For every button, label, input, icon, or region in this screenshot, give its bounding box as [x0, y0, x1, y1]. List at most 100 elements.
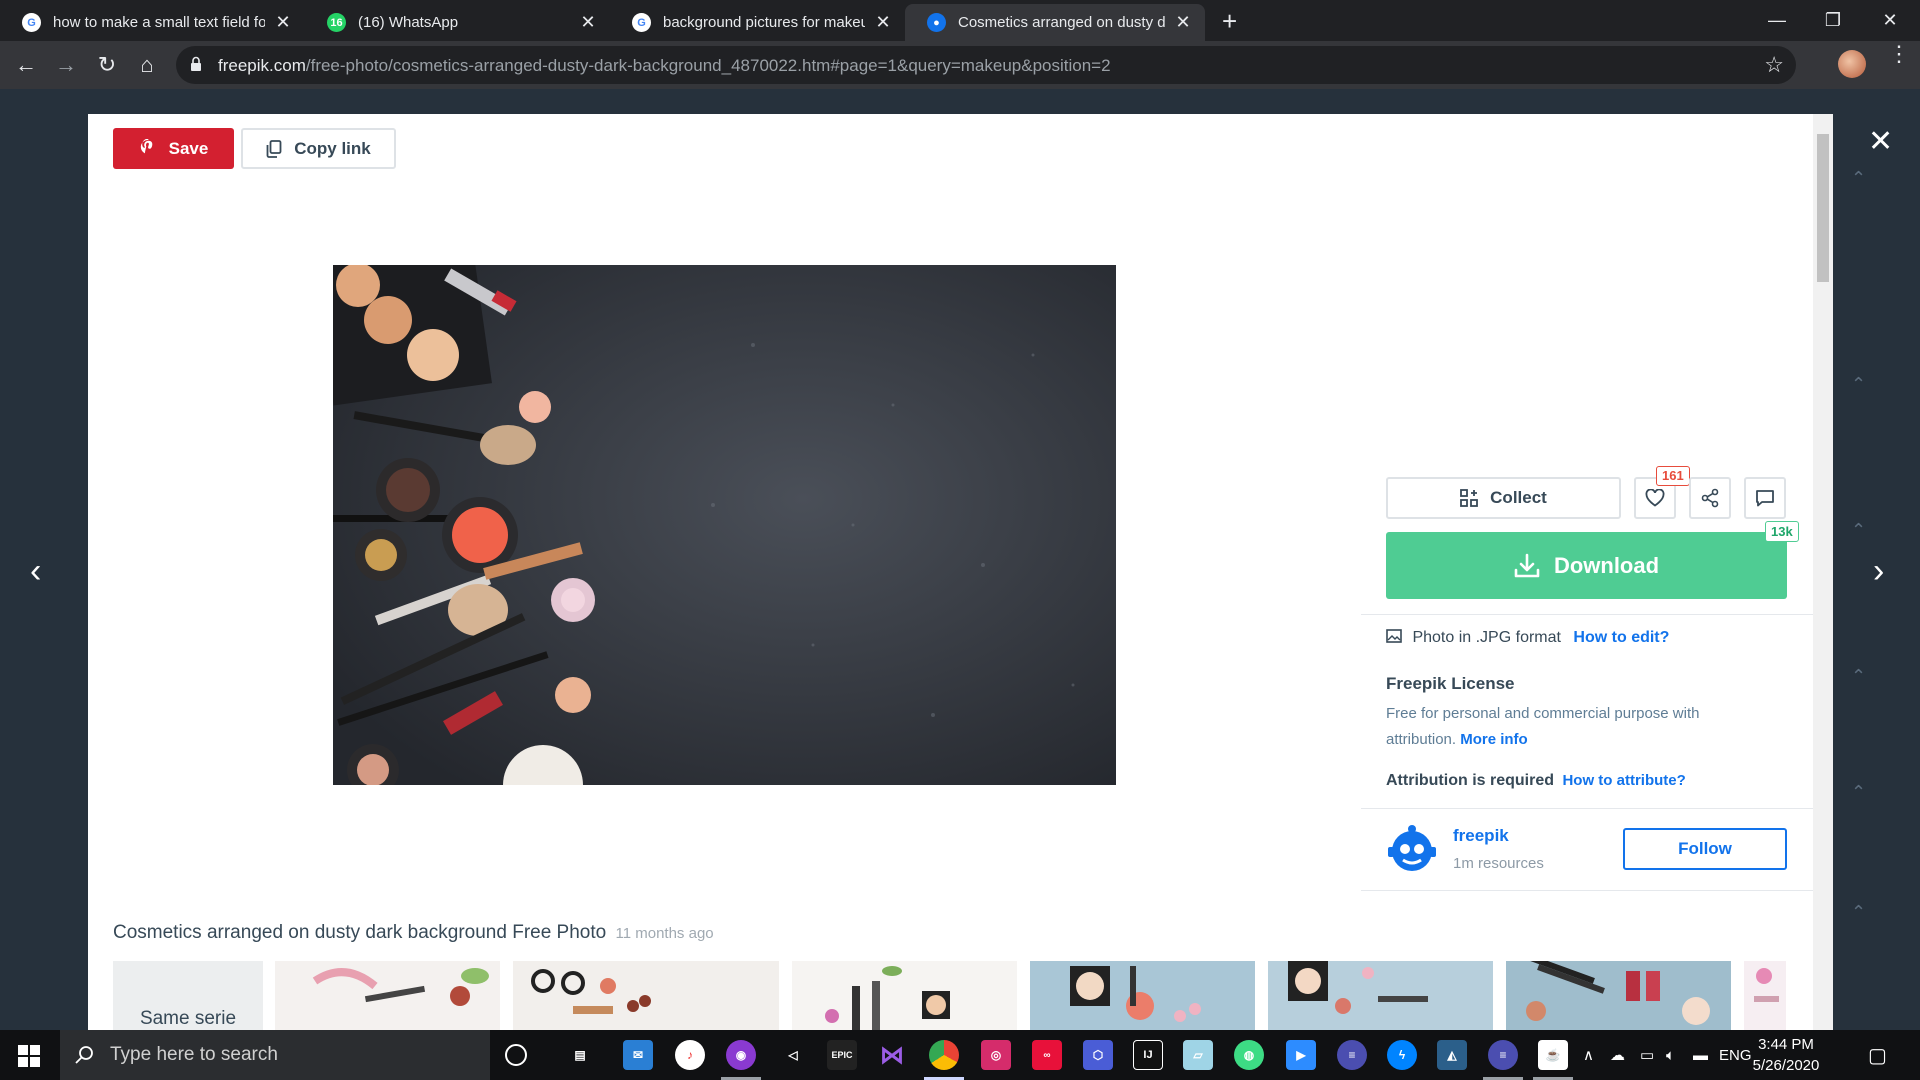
main-photo[interactable]: [333, 265, 1116, 785]
panel-divider: [1361, 614, 1813, 615]
arduino-icon[interactable]: ∞: [1032, 1040, 1062, 1070]
tab-freepik-active[interactable]: ● Cosmetics arranged on dusty dar ✕: [905, 4, 1205, 41]
epic-games-icon[interactable]: EPIC: [827, 1040, 857, 1070]
intellij-icon[interactable]: IJ: [1133, 1040, 1163, 1070]
clock-date: 5/26/2020: [1752, 1057, 1820, 1074]
panel-divider: [1361, 890, 1813, 891]
podcast-app-icon[interactable]: ◉: [726, 1040, 756, 1070]
itunes-icon[interactable]: ♪: [675, 1040, 705, 1070]
restore-icon[interactable]: ❐: [1803, 0, 1863, 41]
windows-start-icon[interactable]: [18, 1045, 40, 1067]
close-tab-icon[interactable]: ✕: [273, 12, 293, 33]
previous-photo-arrow-icon[interactable]: ‹: [30, 552, 41, 591]
download-count-badge: 13k: [1765, 521, 1799, 542]
browser-menu-icon[interactable]: ⋮: [1888, 43, 1910, 65]
more-info-link[interactable]: More info: [1460, 731, 1528, 748]
volume-icon[interactable]: 🔈︎: [1666, 1030, 1675, 1080]
home-icon[interactable]: ⌂: [131, 49, 163, 81]
profile-avatar[interactable]: [1838, 50, 1866, 78]
author-name-link[interactable]: freepik: [1453, 826, 1509, 846]
download-button[interactable]: Download: [1386, 532, 1787, 599]
mail-icon[interactable]: ✉: [623, 1040, 653, 1070]
same-serie-label: Same serie: [139, 1008, 237, 1029]
pinterest-icon: [140, 138, 152, 153]
instagram-icon[interactable]: ◎: [981, 1040, 1011, 1070]
tab-google-search[interactable]: G how to make a small text field fo ✕: [0, 4, 305, 41]
next-photo-arrow-icon[interactable]: ›: [1873, 552, 1884, 591]
tab-title: how to make a small text field fo: [53, 14, 265, 31]
back-arrow-icon[interactable]: ←: [10, 49, 42, 81]
attribution-line: Attribution is required How to attribute…: [1386, 772, 1686, 790]
lock-icon[interactable]: [190, 56, 202, 72]
thumbnail-image: [1526, 961, 1710, 1025]
related-thumbnail[interactable]: [1268, 961, 1493, 1030]
cortana-icon[interactable]: [505, 1044, 527, 1066]
chrome-icon[interactable]: [929, 1040, 959, 1070]
visual-studio-icon[interactable]: ⋈: [877, 1040, 907, 1070]
scrollbar-thumb[interactable]: [1817, 134, 1829, 282]
share-button[interactable]: [1689, 477, 1731, 519]
copy-link-button[interactable]: Copy link: [241, 128, 396, 169]
pinterest-save-button[interactable]: Save: [113, 128, 234, 169]
url-text[interactable]: freepik.com/free-photo/cosmetics-arrange…: [218, 56, 1111, 76]
taskbar-clock[interactable]: 3:44 PM 5/26/2020: [1746, 1034, 1826, 1076]
paint-app-icon[interactable]: ▱: [1183, 1040, 1213, 1070]
tab-whatsapp[interactable]: 16 (16) WhatsApp ✕: [305, 4, 610, 41]
messenger-icon[interactable]: ϟ: [1387, 1040, 1417, 1070]
modal-scrollbar[interactable]: [1813, 114, 1833, 1030]
task-view-icon[interactable]: ▤: [565, 1040, 595, 1070]
notifications-icon[interactable]: ▢: [1868, 1030, 1887, 1080]
collect-button[interactable]: Collect: [1386, 477, 1621, 519]
close-tab-icon[interactable]: ✕: [1173, 12, 1193, 33]
google-icon: G: [22, 13, 41, 32]
close-tab-icon[interactable]: ✕: [873, 12, 893, 33]
comment-button[interactable]: [1744, 477, 1786, 519]
zoom-icon[interactable]: ▶: [1286, 1040, 1316, 1070]
heart-icon: [1645, 489, 1665, 507]
bookmark-star-icon[interactable]: ☆: [1764, 52, 1784, 78]
related-thumbnail[interactable]: [1030, 961, 1255, 1030]
author-resources: 1m resources: [1453, 855, 1544, 872]
eclipse-icon[interactable]: ≡: [1337, 1040, 1367, 1070]
collections-icon: [1460, 489, 1479, 507]
battery-icon[interactable]: ▬: [1693, 1030, 1708, 1080]
close-tab-icon[interactable]: ✕: [578, 12, 598, 33]
how-to-attribute-link[interactable]: How to attribute?: [1562, 772, 1685, 789]
forward-arrow-icon[interactable]: →: [50, 49, 82, 81]
background-caret-icon: ⌃: [1851, 666, 1867, 686]
how-to-edit-link[interactable]: How to edit?: [1573, 629, 1669, 646]
copy-link-label: Copy link: [294, 138, 371, 158]
eclipse-ide-icon[interactable]: ≡: [1488, 1040, 1518, 1070]
reload-icon[interactable]: ↻: [91, 49, 123, 81]
close-modal-icon[interactable]: ✕: [1868, 124, 1893, 159]
background-caret-icon: ⌃: [1851, 168, 1867, 188]
related-thumbnail[interactable]: [1744, 961, 1786, 1030]
tray-chevron-icon[interactable]: ∧: [1583, 1030, 1594, 1080]
new-tab-button[interactable]: +: [1222, 6, 1237, 37]
java-icon[interactable]: ☕: [1538, 1040, 1568, 1070]
app-cube-icon[interactable]: ⬡: [1083, 1040, 1113, 1070]
thumbnail-image: [825, 966, 950, 1030]
unity-icon[interactable]: ◁: [778, 1040, 808, 1070]
mysql-workbench-icon[interactable]: ◭: [1437, 1040, 1467, 1070]
android-studio-icon[interactable]: ◍: [1234, 1040, 1264, 1070]
search-icon: [75, 1046, 93, 1064]
follow-button[interactable]: Follow: [1623, 828, 1787, 870]
onedrive-icon[interactable]: ☁: [1610, 1030, 1625, 1080]
related-thumbnail[interactable]: [275, 961, 500, 1030]
related-thumbnail[interactable]: [792, 961, 1017, 1030]
minimize-icon[interactable]: —: [1747, 0, 1807, 41]
whatsapp-icon: 16: [327, 13, 346, 32]
freepik-author-avatar[interactable]: [1386, 823, 1438, 875]
address-bar[interactable]: freepik.com/free-photo/cosmetics-arrange…: [176, 46, 1796, 84]
taskbar-search-box[interactable]: Type here to search: [60, 1030, 490, 1080]
same-serie-thumbnail[interactable]: Same serie: [113, 961, 263, 1030]
window-close-icon[interactable]: ✕: [1860, 0, 1920, 41]
related-thumbnail[interactable]: [513, 961, 779, 1030]
background-caret-icon: ⌃: [1851, 374, 1867, 394]
thumbnail-image: [531, 969, 651, 1014]
network-icon[interactable]: ▭: [1640, 1030, 1654, 1080]
tab-background-pictures[interactable]: G background pictures for makeup ✕: [610, 4, 905, 41]
related-thumbnail[interactable]: [1506, 961, 1731, 1030]
thumbnail-image: [1070, 966, 1201, 1022]
